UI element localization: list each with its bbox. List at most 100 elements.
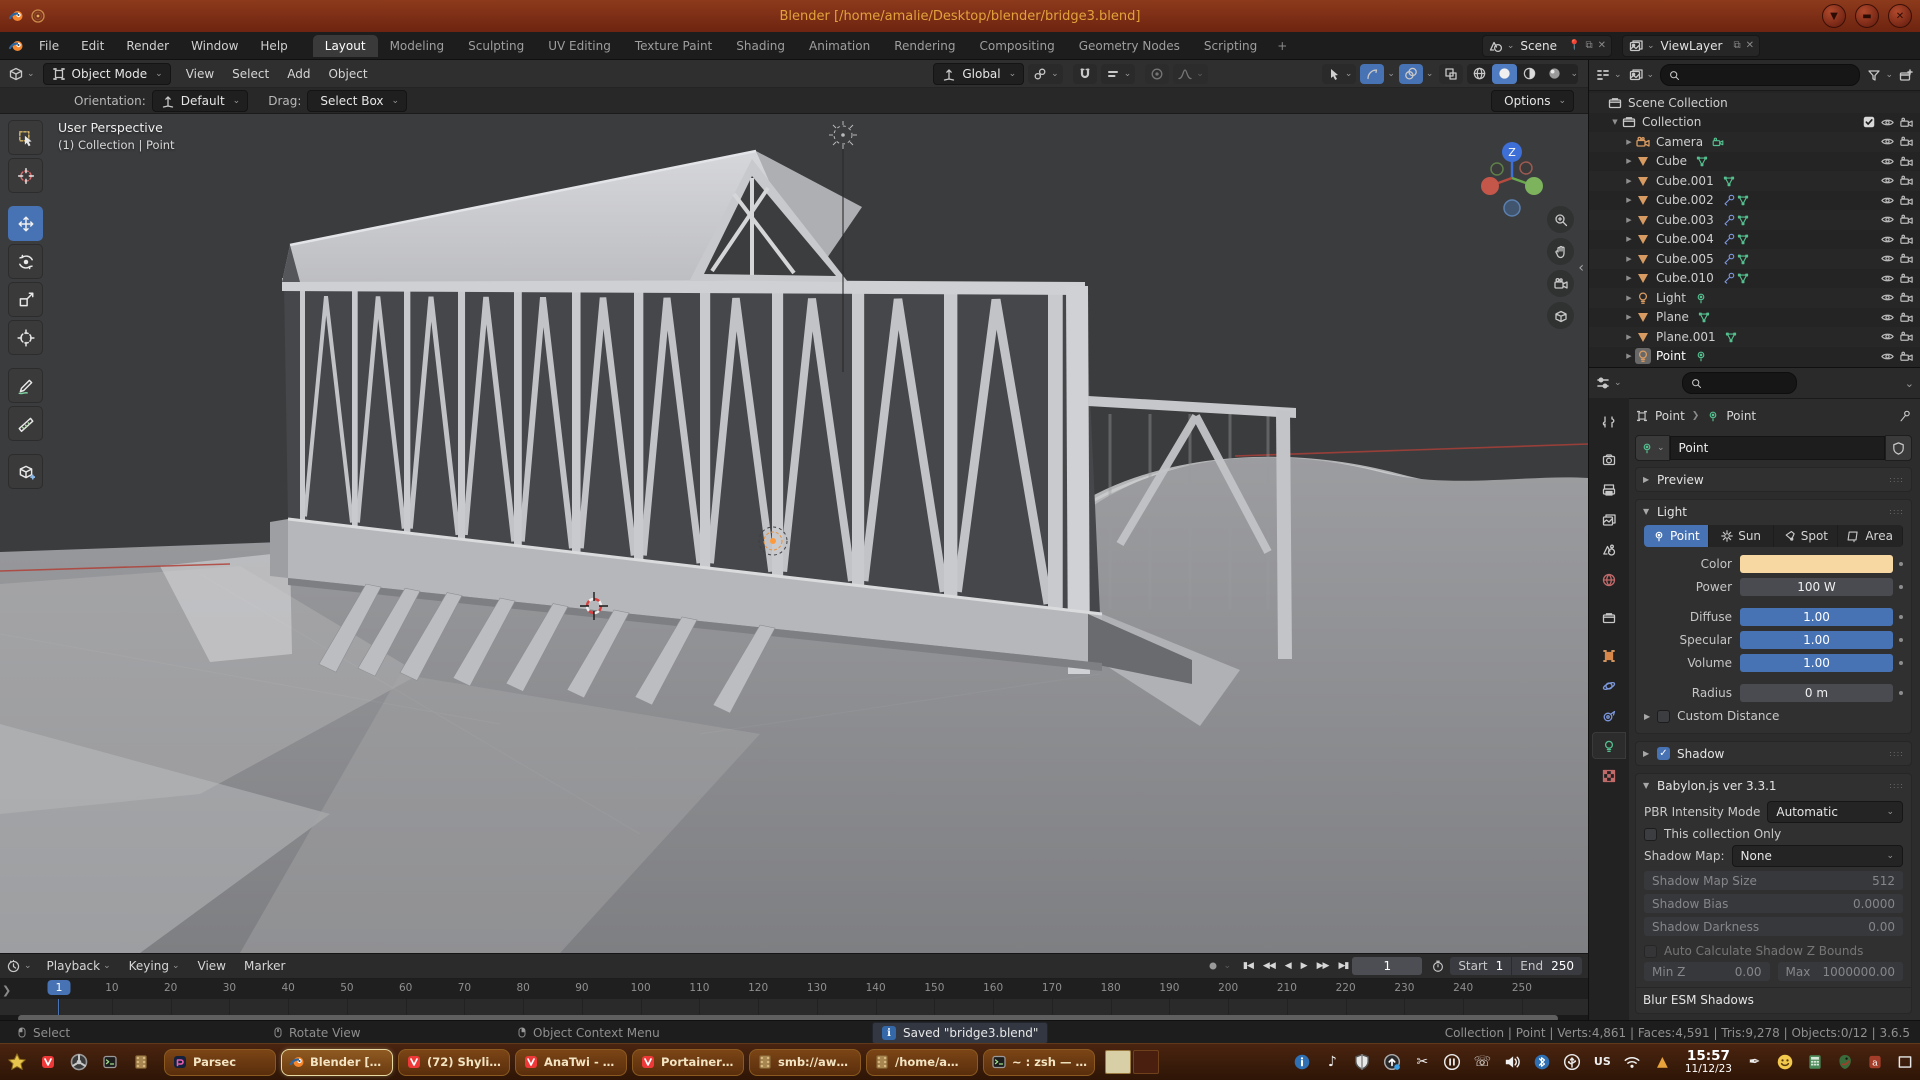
jump-end-button[interactable]: ▶▮ (1334, 959, 1352, 973)
disable-render-toggle[interactable] (1899, 134, 1914, 149)
prev-keyframe-button[interactable]: ◀◀ (1259, 959, 1279, 973)
taskbar-window-home-am[interactable]: /home/am... (866, 1049, 978, 1076)
info-tray-icon[interactable] (1293, 1052, 1312, 1071)
snap-toggle[interactable] (1073, 64, 1097, 84)
disable-render-toggle[interactable] (1899, 232, 1914, 247)
hide-eye-toggle[interactable] (1880, 271, 1895, 286)
outliner-search-input[interactable] (1660, 64, 1860, 86)
play-reverse-button[interactable]: ◀ (1281, 959, 1295, 973)
outliner-row-plane[interactable]: ▶Plane (1589, 308, 1920, 328)
animate-dot[interactable] (1899, 691, 1903, 695)
outliner-row-scene-collection[interactable]: Scene Collection (1589, 93, 1920, 113)
panel-drag-dots[interactable]: :::: (1889, 749, 1904, 758)
disclosure-arrow[interactable]: ▼ (1609, 118, 1621, 126)
pause-tray-icon[interactable] (1443, 1052, 1462, 1071)
disclosure-arrow[interactable]: ▶ (1623, 255, 1635, 263)
disable-render-toggle[interactable] (1899, 271, 1914, 286)
pin-icon[interactable] (1898, 409, 1912, 423)
diffuse-slider[interactable]: 1.00 (1740, 608, 1893, 626)
shadow-map-size-row[interactable]: Shadow Map Size512 (1644, 871, 1903, 890)
disclosure-arrow[interactable]: ▶ (1623, 235, 1635, 243)
hide-eye-toggle[interactable] (1880, 115, 1895, 130)
timeline-editor-type-button[interactable] (6, 959, 21, 974)
texture-tab[interactable] (1592, 762, 1626, 789)
close-button[interactable]: ✕ (1888, 4, 1912, 28)
outliner-item-label[interactable]: Cube (1656, 154, 1687, 168)
disclosure-arrow[interactable]: ▶ (1623, 157, 1635, 165)
show-gizmo-toggle[interactable] (1360, 64, 1384, 84)
light-id-dropdown[interactable]: ⌄ (1635, 435, 1670, 461)
taskbar-window-anatwi-vi[interactable]: AnaTwi - Vi... (515, 1049, 627, 1076)
favorites-launcher[interactable] (6, 1051, 28, 1073)
timeline-ruler[interactable]: 1 10203040506070809010011012013014015016… (0, 979, 1588, 999)
outliner-item-label[interactable]: Cube.002 (1656, 193, 1714, 207)
copy-icon[interactable]: ⧉ (1733, 40, 1740, 51)
hide-eye-toggle[interactable] (1880, 329, 1895, 344)
animate-dot[interactable] (1899, 585, 1903, 589)
specular-slider[interactable]: 1.00 (1740, 631, 1893, 649)
outliner-item-label[interactable]: Scene Collection (1628, 96, 1728, 110)
scissors-tray-icon[interactable]: ✂ (1413, 1052, 1432, 1071)
display-mode-dropdown[interactable] (1595, 67, 1611, 83)
animate-dot[interactable] (1899, 615, 1903, 619)
workspace-tab-scripting[interactable]: Scripting (1192, 35, 1269, 57)
disable-render-toggle[interactable] (1899, 154, 1914, 169)
timeline-menu-keying[interactable]: Keying⌄ (120, 959, 189, 973)
min-z-field[interactable]: Min Z 0.00 (1644, 962, 1770, 981)
shadow-map-dropdown[interactable]: None ⌄ (1732, 845, 1903, 867)
orientation-default-dropdown[interactable]: Default ⌄ (152, 90, 248, 112)
unlink-icon[interactable]: ✕ (1746, 40, 1754, 51)
blur-esm-partial-row[interactable]: Blur ESM Shadows (1636, 987, 1911, 1011)
taskbar-window-parsec[interactable]: Parsec (164, 1049, 276, 1076)
workspace-tab-compositing[interactable]: Compositing (967, 35, 1066, 57)
color-swatch[interactable] (1740, 555, 1893, 573)
max-field[interactable]: Max 1000000.00 (1778, 962, 1904, 981)
taskbar-window-smb-awv[interactable]: smb://awv... (749, 1049, 861, 1076)
shadow-checkbox[interactable]: ✓ (1657, 747, 1670, 760)
timeline-track[interactable] (0, 999, 1588, 1015)
outliner-row-light[interactable]: ▶Light (1589, 288, 1920, 308)
tweak-select-tool[interactable] (8, 120, 43, 155)
blender-menu-icon[interactable] (8, 38, 24, 54)
taskbar-clock[interactable]: 15:5711/12/23 (1685, 1049, 1732, 1075)
proportional-falloff-dropdown[interactable]: ⌄ (1173, 64, 1208, 84)
properties-search-input[interactable] (1682, 372, 1797, 394)
outliner-item-label[interactable]: Cube.003 (1656, 213, 1714, 227)
hide-eye-toggle[interactable] (1880, 310, 1895, 325)
zoom-button[interactable] (1547, 206, 1574, 233)
output-tab[interactable] (1592, 476, 1626, 503)
disable-render-toggle[interactable] (1899, 290, 1914, 305)
outliner-item-label[interactable]: Cube.001 (1656, 174, 1714, 188)
animate-dot[interactable] (1899, 638, 1903, 642)
timeline-menu-playback[interactable]: Playback⌄ (38, 959, 120, 973)
measure-tool[interactable] (8, 406, 43, 441)
outliner-item-label[interactable]: Point (1656, 349, 1686, 363)
next-keyframe-button[interactable]: ▶▶ (1313, 959, 1333, 973)
hide-eye-toggle[interactable] (1880, 173, 1895, 188)
disable-render-toggle[interactable] (1899, 329, 1914, 344)
new-collection-button[interactable] (1898, 67, 1914, 83)
disable-render-toggle[interactable] (1899, 173, 1914, 188)
show-overlays-toggle[interactable] (1399, 64, 1423, 84)
outliner-item-label[interactable]: Cube.010 (1656, 271, 1714, 285)
upload-tray-icon[interactable] (1383, 1052, 1402, 1071)
properties-options-dropdown[interactable]: ⌄ (1905, 377, 1914, 390)
timeline-sidebar-arrow[interactable]: ❯ (2, 984, 11, 997)
outliner-row-cube-001[interactable]: ▶Cube.001 (1589, 171, 1920, 191)
auto-calc-checkbox[interactable] (1644, 945, 1657, 958)
smiley-tray-icon[interactable] (1775, 1052, 1794, 1071)
material-shading-button[interactable] (1517, 64, 1542, 84)
workspace-1-cell[interactable] (1105, 1050, 1131, 1074)
window-tray-icon[interactable] (1895, 1052, 1914, 1071)
view-layer-tab[interactable] (1592, 506, 1626, 533)
outliner-row-camera[interactable]: ▶Camera (1589, 132, 1920, 152)
usb-tray-icon[interactable] (1563, 1052, 1582, 1071)
files-launcher[interactable] (130, 1051, 152, 1073)
timeline-menu-marker[interactable]: Marker (235, 959, 294, 973)
navigation-gizmo[interactable]: Z (1464, 126, 1560, 222)
calculator-tray-icon[interactable] (1805, 1052, 1824, 1071)
outliner-row-cube-005[interactable]: ▶Cube.005 (1589, 249, 1920, 269)
pivot-point-dropdown[interactable]: ⌄ (1028, 64, 1063, 84)
outliner-row-cube[interactable]: ▶ Cube (1589, 152, 1920, 172)
workspace-tab-item[interactable]: + (1269, 35, 1295, 57)
